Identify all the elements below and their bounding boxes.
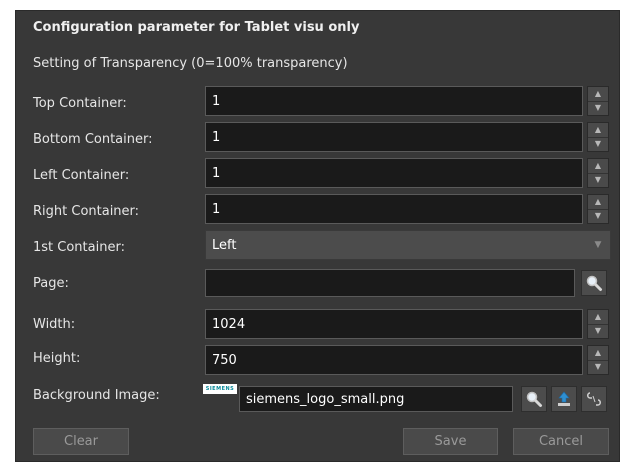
cancel-button[interactable]: Cancel	[513, 428, 609, 455]
search-icon	[526, 391, 542, 407]
spinner-up-icon[interactable]: ▲	[588, 159, 608, 174]
right-container-input[interactable]: 1	[205, 194, 583, 224]
background-image-upload-button[interactable]	[551, 386, 577, 412]
width-input[interactable]: 1024	[205, 309, 583, 339]
thumbnail-logo-text: SIEMENS	[205, 386, 235, 392]
background-image-search-button[interactable]	[521, 386, 547, 412]
bottom-container-spinner[interactable]: ▲ ▼	[587, 122, 609, 152]
spinner-down-icon[interactable]: ▼	[588, 325, 608, 339]
first-container-select[interactable]: Left ▼	[205, 230, 611, 260]
page-input[interactable]	[205, 269, 575, 297]
left-container-label: Left Container:	[33, 168, 130, 183]
left-container-spinner[interactable]: ▲ ▼	[587, 158, 609, 188]
background-image-label: Background Image:	[33, 388, 160, 403]
height-spinner[interactable]: ▲ ▼	[587, 345, 609, 375]
spinner-down-icon[interactable]: ▼	[588, 138, 608, 152]
dialog-title: Configuration parameter for Tablet visu …	[33, 20, 360, 35]
left-container-input[interactable]: 1	[205, 158, 583, 188]
spinner-down-icon[interactable]: ▼	[588, 361, 608, 375]
spinner-down-icon[interactable]: ▼	[588, 210, 608, 224]
spinner-up-icon[interactable]: ▲	[588, 346, 608, 361]
top-container-label: Top Container:	[33, 96, 127, 111]
top-container-input[interactable]: 1	[205, 86, 583, 116]
spinner-up-icon[interactable]: ▲	[588, 195, 608, 210]
height-label: Height:	[33, 351, 81, 366]
right-container-spinner[interactable]: ▲ ▼	[587, 194, 609, 224]
chevron-down-icon[interactable]: ▼	[590, 237, 606, 253]
spinner-up-icon[interactable]: ▲	[588, 310, 608, 325]
spinner-down-icon[interactable]: ▼	[588, 174, 608, 188]
first-container-label: 1st Container:	[33, 240, 125, 255]
top-container-spinner[interactable]: ▲ ▼	[587, 86, 609, 116]
background-image-input[interactable]: siemens_logo_small.png	[239, 386, 513, 412]
clear-button[interactable]: Clear	[33, 428, 129, 455]
page-label: Page:	[33, 276, 69, 291]
spinner-up-icon[interactable]: ▲	[588, 87, 608, 102]
unlink-icon	[587, 392, 601, 406]
spinner-up-icon[interactable]: ▲	[588, 123, 608, 138]
config-dialog: Configuration parameter for Tablet visu …	[15, 10, 620, 462]
width-label: Width:	[33, 317, 76, 332]
search-icon	[586, 275, 602, 291]
bottom-container-label: Bottom Container:	[33, 132, 153, 147]
background-image-thumbnail: SIEMENS	[203, 384, 237, 394]
transparency-heading: Setting of Transparency (0=100% transpar…	[33, 56, 348, 71]
background-image-clear-button[interactable]	[581, 386, 607, 412]
height-input[interactable]: 750	[205, 345, 583, 375]
spinner-down-icon[interactable]: ▼	[588, 102, 608, 116]
first-container-value: Left	[212, 237, 237, 253]
right-container-label: Right Container:	[33, 204, 140, 219]
bottom-container-input[interactable]: 1	[205, 122, 583, 152]
page-search-button[interactable]	[581, 270, 607, 296]
upload-icon	[558, 391, 570, 406]
width-spinner[interactable]: ▲ ▼	[587, 309, 609, 339]
save-button[interactable]: Save	[403, 428, 498, 455]
